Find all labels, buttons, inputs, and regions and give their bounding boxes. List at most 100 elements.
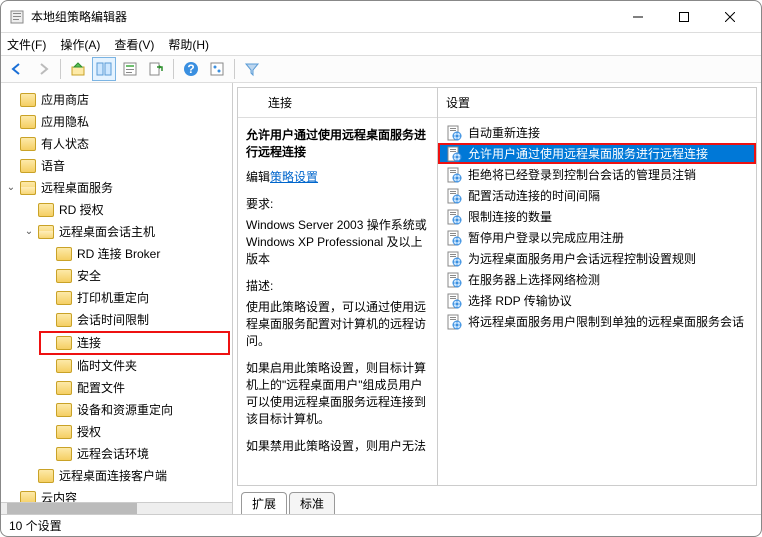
settings-item-label: 暂停用户登录以完成应用注册 <box>468 229 624 246</box>
back-button[interactable] <box>5 57 29 81</box>
policy-icon <box>446 188 462 204</box>
tree-node-label: 打印机重定向 <box>75 288 151 308</box>
menu-view[interactable]: 查看(V) <box>114 36 154 53</box>
settings-item-label: 选择 RDP 传输协议 <box>468 292 572 309</box>
tree-node[interactable]: 远程会话环境 <box>39 443 230 465</box>
settings-item[interactable]: 选择 RDP 传输协议 <box>438 290 756 311</box>
folder-icon <box>56 313 72 327</box>
tab-extended[interactable]: 扩展 <box>241 492 287 514</box>
tree-node[interactable]: 设备和资源重定向 <box>39 399 230 421</box>
folder-icon <box>20 115 36 129</box>
status-bar: 10 个设置 <box>1 514 761 536</box>
tree-node[interactable]: ⌄ 远程桌面会话主机 <box>21 221 230 243</box>
settings-item[interactable]: 在服务器上选择网络检测 <box>438 269 756 290</box>
filter-button[interactable] <box>240 57 264 81</box>
tree-node-label: 会话时间限制 <box>75 310 151 330</box>
settings-item[interactable]: 配置活动连接的时间间隔 <box>438 185 756 206</box>
policy-icon <box>446 251 462 267</box>
tab-strip: 扩展 标准 <box>233 490 761 514</box>
folder-icon <box>56 403 72 417</box>
show-pane-button[interactable] <box>92 57 116 81</box>
tree-node[interactable]: 配置文件 <box>39 377 230 399</box>
folder-icon <box>38 225 54 239</box>
tree-node[interactable]: 远程桌面连接客户端 <box>21 465 230 487</box>
tab-standard[interactable]: 标准 <box>289 492 335 514</box>
forward-button[interactable] <box>31 57 55 81</box>
policy-icon <box>446 293 462 309</box>
toolbar-sep <box>173 59 174 79</box>
tree-node[interactable]: 连接 <box>39 331 230 355</box>
edit-row: 编辑策略设置 <box>246 168 429 185</box>
folder-icon <box>56 381 72 395</box>
folder-icon <box>20 159 36 173</box>
settings-list: 自动重新连接允许用户通过使用远程桌面服务进行远程连接拒绝将已经登录到控制台会话的… <box>438 118 756 336</box>
settings-item-label: 在服务器上选择网络检测 <box>468 271 600 288</box>
tree-node[interactable]: 临时文件夹 <box>39 355 230 377</box>
menu-help[interactable]: 帮助(H) <box>168 36 209 53</box>
policy-icon <box>446 230 462 246</box>
folder-icon <box>56 247 72 261</box>
right-pane: 连接 允许用户通过使用远程桌面服务进行远程连接 编辑策略设置 要求: Windo… <box>233 83 761 514</box>
settings-column-header[interactable]: 设置 <box>438 88 756 118</box>
folder-icon <box>38 203 54 217</box>
requirements-label: 要求: <box>246 195 429 212</box>
tree-node-label: 配置文件 <box>75 378 127 398</box>
folder-icon <box>56 425 72 439</box>
export-button[interactable] <box>144 57 168 81</box>
svg-text:?: ? <box>187 62 194 76</box>
menu-file[interactable]: 文件(F) <box>7 36 46 53</box>
close-button[interactable] <box>707 1 753 33</box>
policy-icon <box>446 125 462 141</box>
settings-item[interactable]: 允许用户通过使用远程桌面服务进行远程连接 <box>438 143 756 164</box>
settings-item-label: 拒绝将已经登录到控制台会话的管理员注销 <box>468 166 696 183</box>
tree-node-label: 远程桌面会话主机 <box>57 222 157 242</box>
detail-header-label: 连接 <box>268 94 292 111</box>
settings-item[interactable]: 限制连接的数量 <box>438 206 756 227</box>
tree-node[interactable]: 打印机重定向 <box>39 287 230 309</box>
maximize-button[interactable] <box>661 1 707 33</box>
right-body: 连接 允许用户通过使用远程桌面服务进行远程连接 编辑策略设置 要求: Windo… <box>237 87 757 486</box>
folder-icon <box>56 359 72 373</box>
tree-node-label: 有人状态 <box>39 134 91 154</box>
settings-item[interactable]: 将远程桌面服务用户限制到单独的远程桌面服务会话 <box>438 311 756 332</box>
status-text: 10 个设置 <box>9 517 62 534</box>
properties-button[interactable] <box>118 57 142 81</box>
menu-action[interactable]: 操作(A) <box>60 36 100 53</box>
policy-icon <box>446 272 462 288</box>
tree-node-label: 远程桌面服务 <box>39 178 115 198</box>
up-button[interactable] <box>66 57 90 81</box>
tree-node[interactable]: 应用商店 <box>3 89 230 111</box>
folder-icon <box>20 93 36 107</box>
folder-icon <box>56 269 72 283</box>
settings-item-label: 为远程桌面服务用户会话远程控制设置规则 <box>468 250 696 267</box>
tree-node[interactable]: 授权 <box>39 421 230 443</box>
edit-policy-link[interactable]: 策略设置 <box>270 170 318 184</box>
settings-item[interactable]: 自动重新连接 <box>438 122 756 143</box>
tree-node[interactable]: 应用隐私 <box>3 111 230 133</box>
settings-item[interactable]: 拒绝将已经登录到控制台会话的管理员注销 <box>438 164 756 185</box>
tree-node-label: 临时文件夹 <box>75 356 139 376</box>
collapse-icon[interactable]: ⌄ <box>23 222 35 242</box>
settings-item[interactable]: 暂停用户登录以完成应用注册 <box>438 227 756 248</box>
content-area: 应用商店应用隐私有人状态语音⌄远程桌面服务RD 授权⌄远程桌面会话主机RD 连接… <box>1 83 761 514</box>
tree-pane[interactable]: 应用商店应用隐私有人状态语音⌄远程桌面服务RD 授权⌄远程桌面会话主机RD 连接… <box>1 83 233 514</box>
tree-node-label: 应用隐私 <box>39 112 91 132</box>
tree-node[interactable]: 会话时间限制 <box>39 309 230 331</box>
tree-node[interactable]: 语音 <box>3 155 230 177</box>
help-button[interactable]: ? <box>179 57 203 81</box>
app-icon <box>9 9 25 25</box>
settings-list-pane[interactable]: 设置 自动重新连接允许用户通过使用远程桌面服务进行远程连接拒绝将已经登录到控制台… <box>438 88 756 485</box>
tree-node[interactable]: RD 连接 Broker <box>39 243 230 265</box>
toolbar-sep <box>234 59 235 79</box>
tree-node[interactable]: 有人状态 <box>3 133 230 155</box>
settings-item[interactable]: 为远程桌面服务用户会话远程控制设置规则 <box>438 248 756 269</box>
options-button[interactable] <box>205 57 229 81</box>
tree-node[interactable]: ⌄ 远程桌面服务 <box>3 177 230 199</box>
tree-node[interactable]: RD 授权 <box>21 199 230 221</box>
tree-node[interactable]: 安全 <box>39 265 230 287</box>
toolbar: ? <box>1 55 761 83</box>
collapse-icon[interactable]: ⌄ <box>5 178 17 198</box>
minimize-button[interactable] <box>615 1 661 33</box>
detail-pane: 连接 允许用户通过使用远程桌面服务进行远程连接 编辑策略设置 要求: Windo… <box>238 88 438 485</box>
tree-node-label: 远程桌面连接客户端 <box>57 466 169 486</box>
